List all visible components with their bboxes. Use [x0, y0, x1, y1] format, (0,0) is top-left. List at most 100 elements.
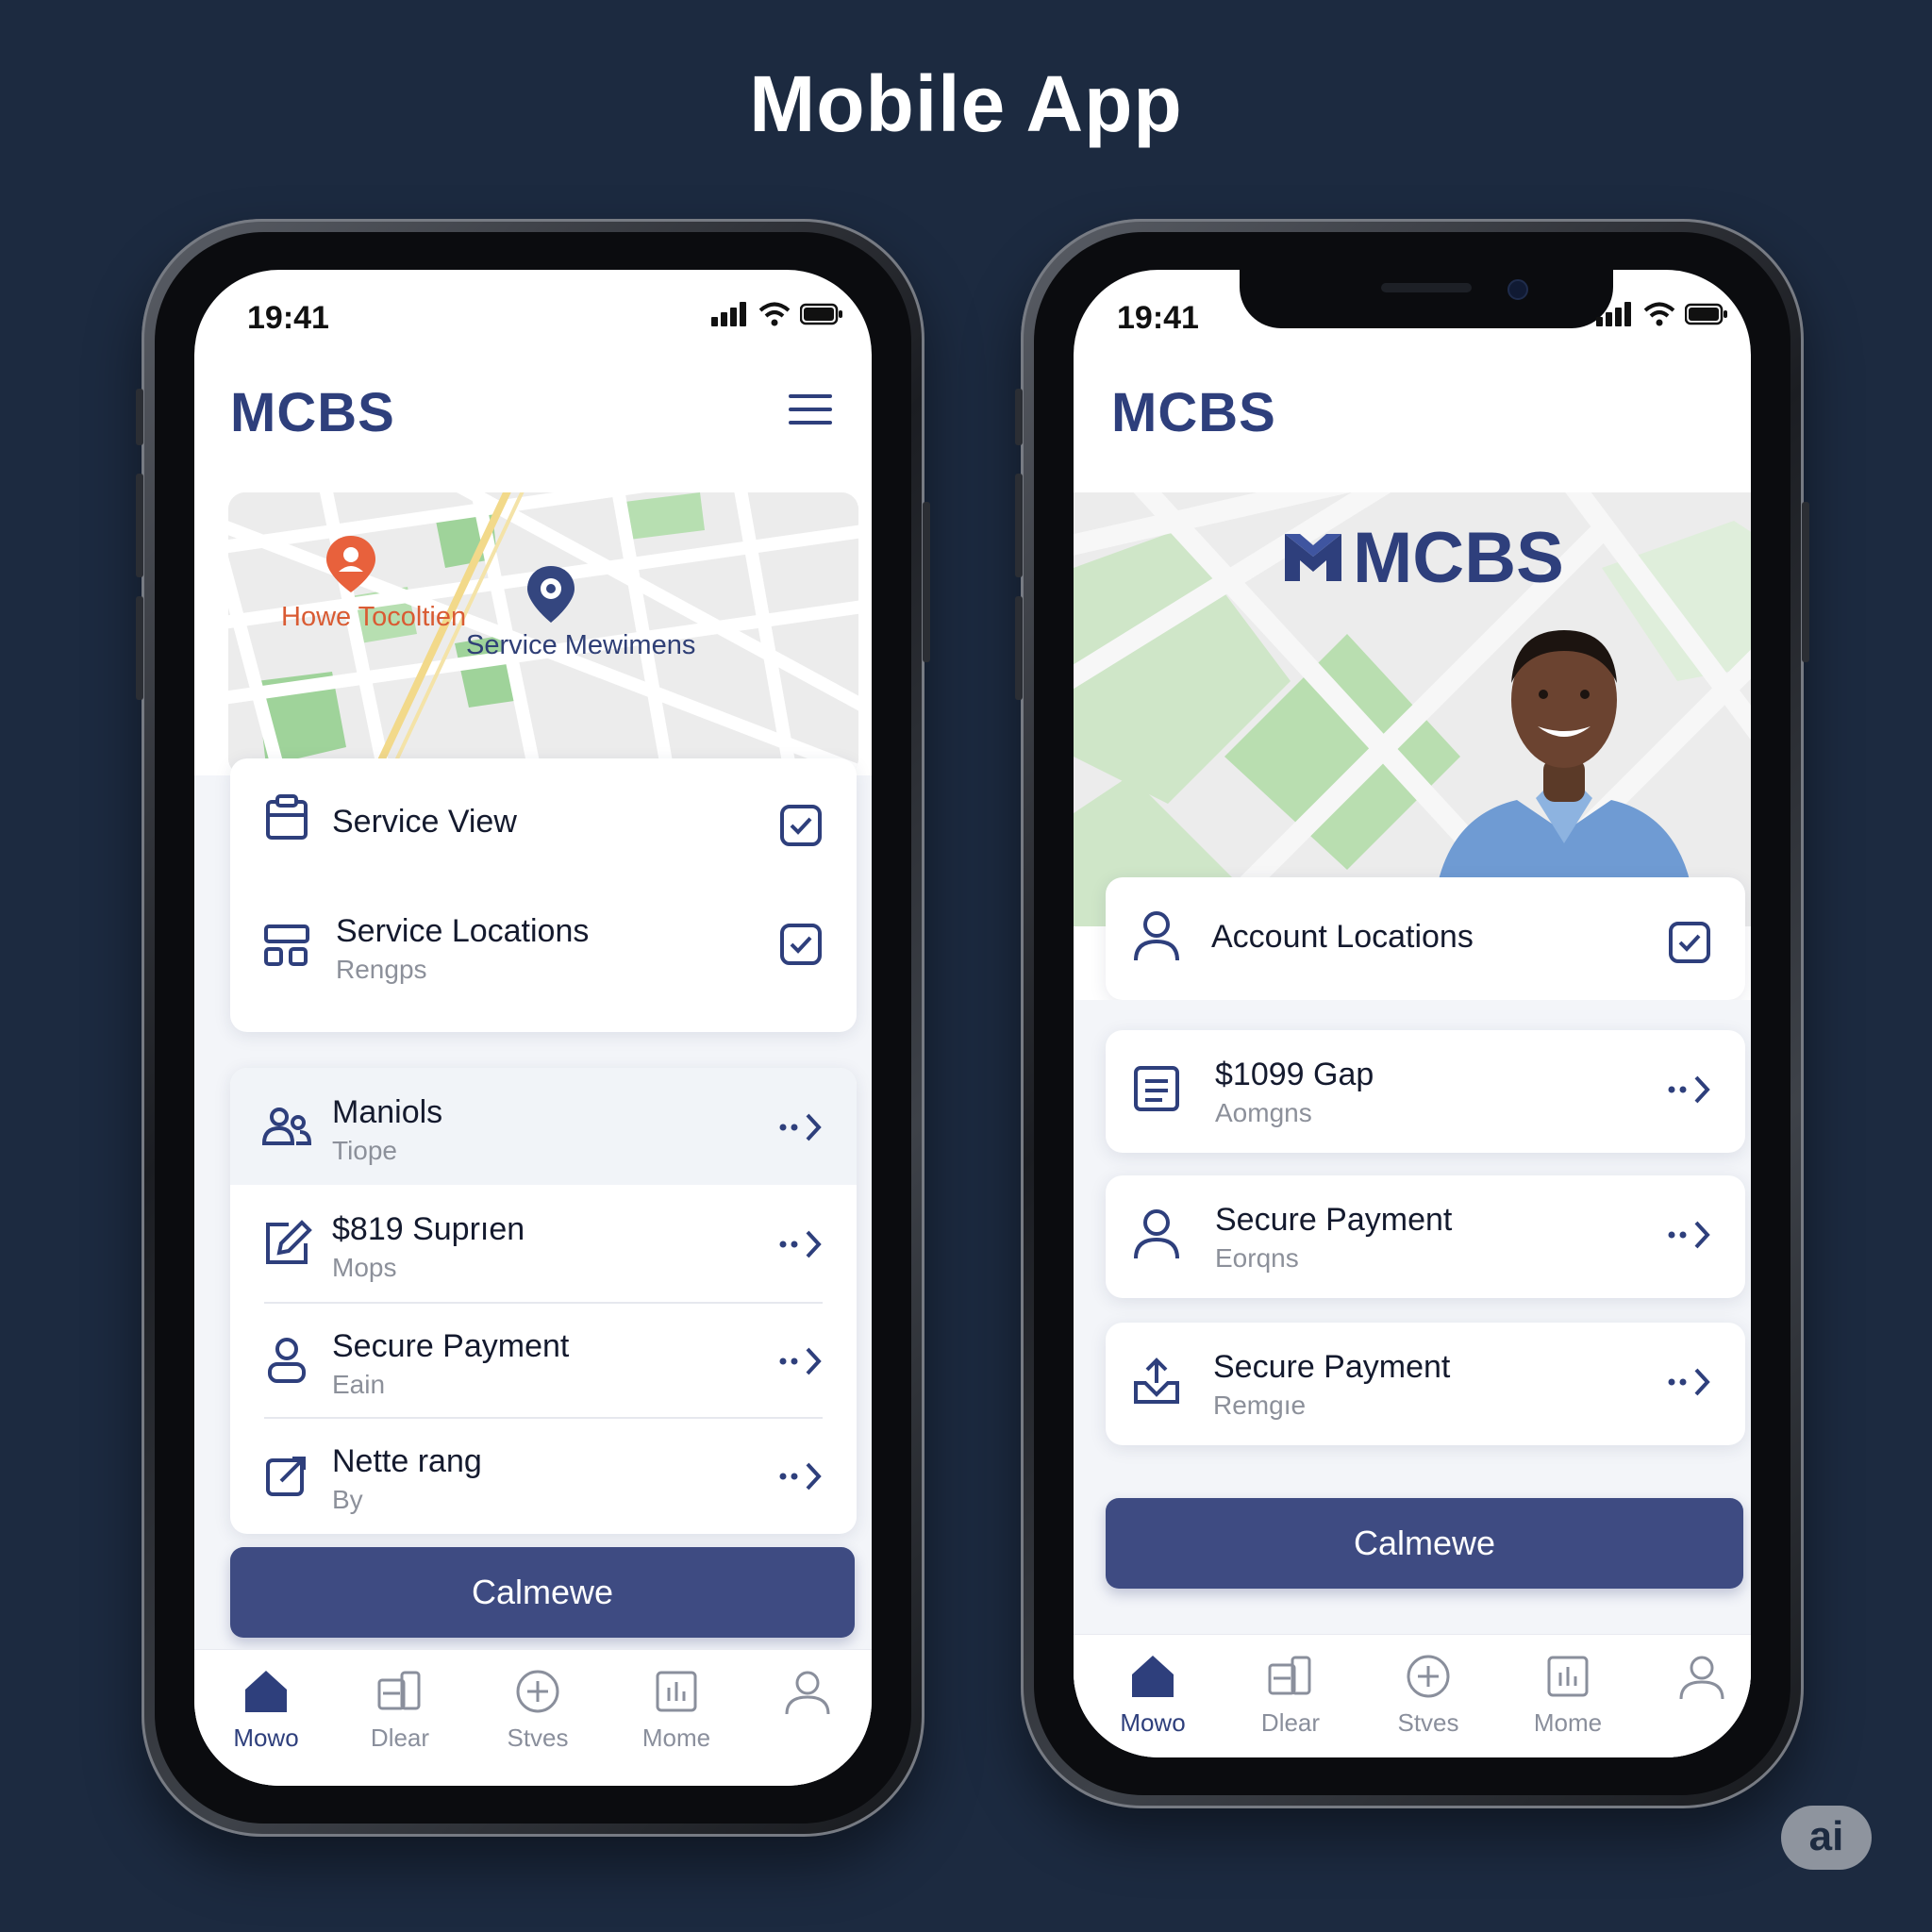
chevron-right-icon	[779, 1230, 822, 1258]
hero-logo-text: MCBS	[1353, 518, 1564, 598]
row-title: Nette rang	[332, 1443, 482, 1479]
row-subtitle: Tiope	[332, 1136, 398, 1165]
hamburger-menu-icon[interactable]	[789, 394, 832, 434]
plus-circle-icon	[516, 1670, 559, 1713]
page-title: Mobile App	[749, 59, 1183, 148]
tab-services[interactable]: Stves	[1362, 1652, 1494, 1738]
row-subtitle: Aomgns	[1215, 1098, 1312, 1127]
list-item[interactable]: $1099 Gap Aomgns	[1106, 1030, 1745, 1153]
phone-right: 19:41 MCBS MCBS Account Locations $1099 …	[1015, 219, 1809, 1808]
cards-icon	[1268, 1656, 1311, 1695]
tab-more[interactable]: Mome	[1502, 1652, 1634, 1738]
user-icon	[1134, 911, 1179, 961]
row-subtitle: Eorqns	[1215, 1243, 1299, 1273]
status-icons	[711, 302, 843, 326]
bottom-tab-bar: Mowo Dlear Stves Mome	[194, 1649, 872, 1786]
map-pin-home-label: Howe Tocoltien	[281, 602, 467, 632]
document-icon	[1134, 1066, 1179, 1111]
status-icons	[1596, 302, 1728, 326]
chart-icon	[656, 1671, 697, 1712]
notch	[1240, 270, 1613, 328]
row-title: Secure Payment	[332, 1328, 570, 1364]
chart-icon	[1547, 1656, 1589, 1697]
map-pin-service-label: Service Mewimens	[466, 630, 696, 660]
row-subtitle: Rengps	[336, 955, 427, 984]
row-title: Secure Payment	[1215, 1202, 1453, 1238]
row-title: Service Locations	[336, 913, 590, 949]
row-title: Service View	[332, 804, 517, 840]
tab-services[interactable]: Stves	[472, 1667, 604, 1753]
primary-action-button[interactable]: Calmewe	[230, 1547, 855, 1638]
chevron-right-icon	[1668, 1368, 1710, 1396]
chevron-right-icon	[1668, 1221, 1710, 1249]
brand-title: MCBS	[1111, 382, 1276, 443]
checkbox-checked-icon[interactable]	[779, 923, 823, 966]
tab-more[interactable]: Mome	[610, 1667, 742, 1753]
row-subtitle: Mops	[332, 1253, 397, 1282]
users-icon	[261, 1108, 312, 1145]
screen-right: 19:41 MCBS MCBS Account Locations $1099 …	[1074, 270, 1751, 1757]
service-location-pin-icon	[527, 566, 575, 623]
service-locations-row[interactable]: Service Locations Rengps	[230, 896, 857, 1000]
list-item[interactable]: Secure Payment Eorqns	[1106, 1175, 1745, 1298]
actions-list: Maniols Tiope $819 Suprıen Mops Secure P…	[230, 1068, 857, 1534]
chevron-right-icon	[779, 1113, 822, 1141]
service-view-row[interactable]: Service View	[230, 768, 857, 872]
map-view[interactable]: Howe Tocoltien Service Mewimens	[228, 492, 858, 775]
checkbox-checked-icon[interactable]	[1668, 921, 1711, 964]
battery-icon	[1685, 303, 1727, 325]
user-icon	[1134, 1209, 1179, 1259]
tab-profile[interactable]	[1636, 1652, 1751, 1708]
row-subtitle: By	[332, 1485, 363, 1514]
list-item[interactable]: Nette rang By	[230, 1426, 857, 1530]
home-icon	[245, 1671, 287, 1712]
profile-icon	[1679, 1656, 1724, 1700]
wifi-icon	[758, 302, 791, 326]
profile-icon	[785, 1671, 830, 1715]
row-title: $819 Suprıen	[332, 1211, 525, 1247]
wifi-icon	[1643, 302, 1675, 326]
edit-icon	[266, 1220, 312, 1264]
share-icon	[266, 1457, 306, 1496]
tab-cards[interactable]: Dlear	[1224, 1652, 1357, 1738]
tab-home[interactable]: Mowo	[200, 1667, 332, 1753]
list-item[interactable]: $819 Suprıen Mops	[230, 1194, 857, 1298]
list-item[interactable]: Secure Payment Remgıe	[1106, 1323, 1745, 1445]
home-location-pin-icon	[326, 536, 375, 592]
row-title: Account Locations	[1211, 919, 1474, 955]
checkbox-checked-icon[interactable]	[779, 804, 823, 847]
chevron-right-icon	[779, 1462, 822, 1491]
list-item[interactable]: Maniols Tiope	[230, 1077, 857, 1181]
cards-icon	[377, 1671, 421, 1710]
list-item[interactable]: Secure Payment Eain	[230, 1311, 857, 1415]
tab-profile[interactable]	[741, 1667, 872, 1724]
grid-icon	[264, 924, 309, 966]
upload-tray-icon	[1134, 1357, 1179, 1404]
row-subtitle: Eain	[332, 1370, 386, 1399]
account-locations-row[interactable]: Account Locations	[1106, 887, 1745, 991]
account-locations-card[interactable]: Account Locations	[1106, 877, 1745, 1000]
screen-left: 19:41 MCBS Howe Tocoltien Service Mewime…	[194, 270, 872, 1786]
user-icon	[268, 1338, 306, 1383]
row-title: $1099 Gap	[1215, 1057, 1374, 1092]
row-title: Maniols	[332, 1094, 443, 1130]
status-time: 19:41	[1117, 300, 1199, 336]
brand-title: MCBS	[230, 382, 395, 443]
row-title: Secure Payment	[1213, 1349, 1451, 1385]
signal-icon	[1596, 302, 1631, 326]
row-subtitle: Remgıe	[1213, 1391, 1307, 1420]
chevron-right-icon	[779, 1347, 822, 1375]
status-time: 19:41	[247, 300, 329, 336]
mcbs-logo-icon	[1285, 534, 1341, 581]
bottom-tab-bar: Mowo Dlear Stves Mome	[1074, 1634, 1751, 1757]
home-icon	[1132, 1656, 1174, 1697]
tab-home[interactable]: Mowo	[1087, 1652, 1219, 1738]
tab-cards[interactable]: Dlear	[334, 1667, 466, 1753]
battery-icon	[800, 303, 842, 325]
hero-map: MCBS	[1074, 492, 1751, 926]
services-card: Service View Service Locations Rengps	[230, 758, 857, 1032]
ai-badge: ai	[1781, 1806, 1872, 1870]
primary-action-button[interactable]: Calmewe	[1106, 1498, 1743, 1589]
plus-circle-icon	[1407, 1655, 1450, 1698]
signal-icon	[711, 302, 746, 326]
